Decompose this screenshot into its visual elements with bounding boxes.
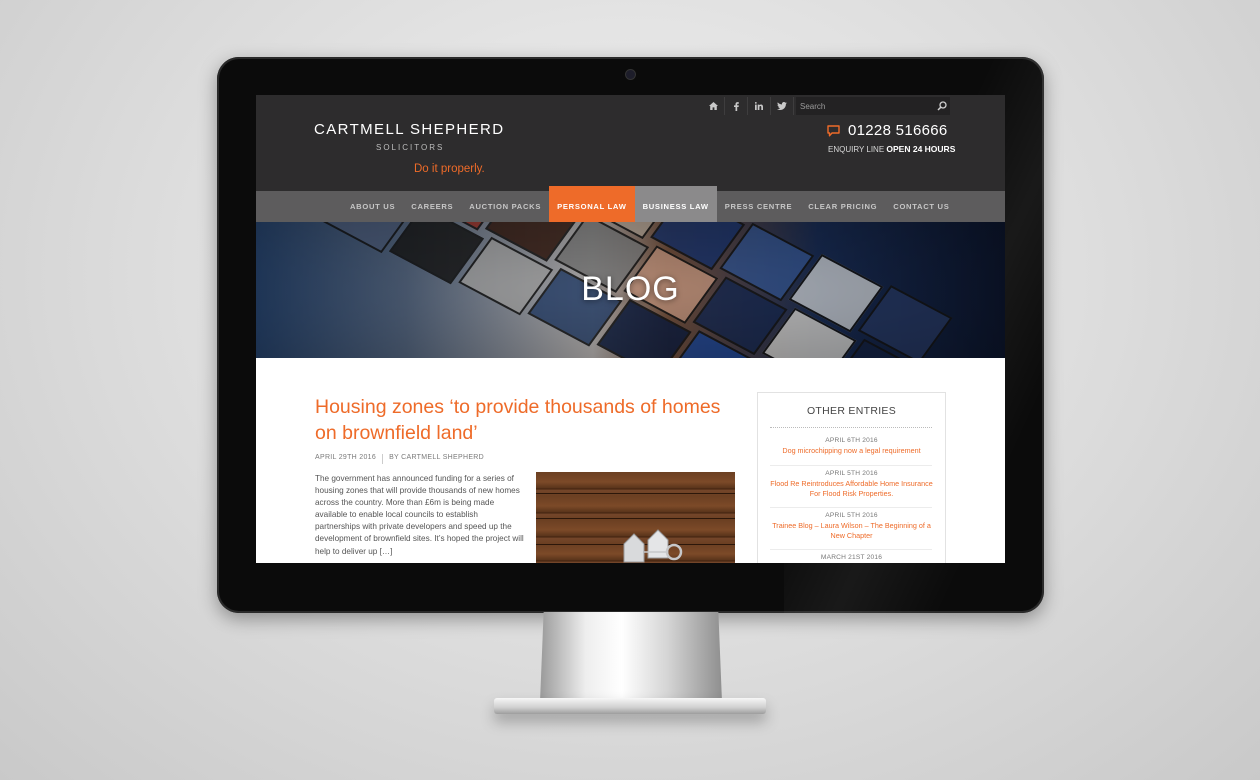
post-excerpt: The government has announced funding for… <box>315 474 524 556</box>
hero-title: BLOG <box>581 270 680 308</box>
sidebar-entry: APRIL 5TH 2016 Flood Re Reintroduces Aff… <box>766 470 937 499</box>
search-input[interactable] <box>796 97 930 115</box>
sidebar-entry: APRIL 6TH 2016 Dog microchipping now a l… <box>766 437 937 456</box>
sidebar-entry: MARCH 21ST 2016 <box>766 554 937 563</box>
linkedin-icon[interactable] <box>748 97 771 115</box>
entry-date: APRIL 5TH 2016 <box>825 470 878 477</box>
blog-content: Housing zones ‘to provide thousands of h… <box>256 358 1005 563</box>
nav-press-centre[interactable]: PRESS CENTRE <box>717 191 800 222</box>
nav-business-law[interactable]: BUSINESS LAW <box>634 186 717 222</box>
enquiry-line: ENQUIRY LINE OPEN 24 HOURS <box>828 144 955 154</box>
website-screen: CARTMELL SHEPHERD SOLICITORS Do it prope… <box>256 95 1005 563</box>
tagline: Do it properly. <box>414 163 485 175</box>
speech-bubble-icon <box>827 124 840 136</box>
entry-date: MARCH 21ST 2016 <box>820 554 883 561</box>
post-image[interactable] <box>536 472 735 563</box>
sidebar-divider <box>770 427 932 428</box>
entry-divider <box>770 549 932 550</box>
sidebar-title: OTHER ENTRIES <box>806 405 897 417</box>
phone-number[interactable]: 01228 516666 <box>848 122 948 139</box>
sidebar-entry: APRIL 5TH 2016 Trainee Blog – Laura Wils… <box>766 512 937 541</box>
main-nav: ABOUT US CAREERS AUCTION PACKS PERSONAL … <box>256 186 1005 222</box>
utility-bar <box>702 97 950 115</box>
entry-divider <box>770 465 932 466</box>
search-icon[interactable] <box>937 101 947 111</box>
entry-divider <box>770 507 932 508</box>
monitor-base <box>494 698 766 714</box>
entry-date: APRIL 5TH 2016 <box>825 512 878 519</box>
nav-personal-law[interactable]: PERSONAL LAW <box>549 186 635 222</box>
entry-link[interactable]: Trainee Blog – Laura Wilson – The Beginn… <box>766 521 937 541</box>
other-entries-sidebar: OTHER ENTRIES APRIL 6TH 2016 Dog microch… <box>757 392 946 563</box>
nav-careers[interactable]: CAREERS <box>403 191 461 222</box>
enquiry-hours: OPEN 24 HOURS <box>886 144 956 154</box>
entry-link[interactable]: Flood Re Reintroduces Affordable Home In… <box>766 479 937 499</box>
post-date: APRIL 29TH 2016 <box>315 454 377 461</box>
webcam <box>626 70 635 79</box>
hero-banner: BLOG <box>256 222 1005 358</box>
post-author[interactable]: BY CARTMELL SHEPHERD <box>389 454 484 464</box>
meta-divider <box>382 454 384 464</box>
nav-clear-pricing[interactable]: CLEAR PRICING <box>800 191 885 222</box>
monitor-stand <box>540 612 722 702</box>
search-box <box>796 97 950 115</box>
nav-about-us[interactable]: ABOUT US <box>342 191 403 222</box>
nav-contact-us[interactable]: CONTACT US <box>885 191 957 222</box>
post-title[interactable]: Housing zones ‘to provide thousands of h… <box>315 394 745 446</box>
facebook-icon[interactable] <box>725 97 748 115</box>
phone-row: 01228 516666 <box>827 122 948 139</box>
nav-auction-packs[interactable]: AUCTION PACKS <box>461 191 549 222</box>
enquiry-label: ENQUIRY LINE <box>828 145 885 154</box>
home-icon[interactable] <box>702 97 725 115</box>
entry-date: APRIL 6TH 2016 <box>825 437 878 444</box>
logo-subtitle: SOLICITORS <box>376 143 445 152</box>
post-meta: APRIL 29TH 2016 BY CARTMELL SHEPHERD <box>315 454 484 464</box>
twitter-icon[interactable] <box>771 97 794 115</box>
entry-link[interactable]: Dog microchipping now a legal requiremen… <box>766 446 937 456</box>
site-header: CARTMELL SHEPHERD SOLICITORS Do it prope… <box>256 95 1005 191</box>
house-keys-icon <box>623 529 683 563</box>
logo-name[interactable]: CARTMELL SHEPHERD <box>314 121 505 138</box>
